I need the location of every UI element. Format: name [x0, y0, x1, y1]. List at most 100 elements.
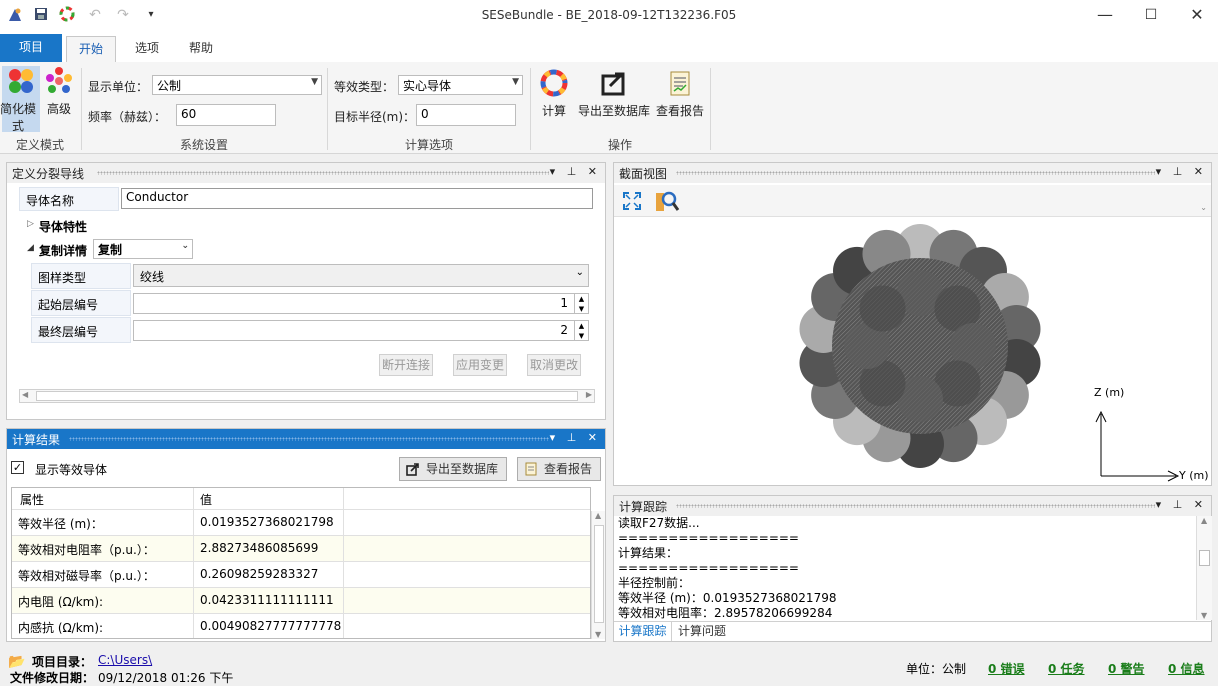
trace-line: 计算结果： — [618, 546, 679, 560]
horizontal-scrollbar[interactable]: ◀ ▶ — [19, 389, 595, 403]
copy-select[interactable]: 复制 ⌄ — [93, 239, 193, 259]
export-db-button[interactable]: 导出至数据库 — [576, 68, 652, 119]
panel-controls[interactable]: ▾ ⊥ ✕ — [550, 431, 601, 444]
minimize-button[interactable]: — — [1082, 0, 1128, 30]
stepper-arrows-icon[interactable]: ▲ ▼ — [574, 321, 588, 341]
status-tasks[interactable]: 0 任务 — [1048, 660, 1085, 677]
conductor-name-input[interactable]: Conductor — [121, 188, 593, 209]
result-attr-cell[interactable]: 等效相对磁导率（p.u.）： — [12, 562, 194, 588]
tab-issues[interactable]: 计算问题 — [678, 622, 726, 641]
status-unit: 单位：公制 — [906, 662, 967, 676]
copy-detail-section[interactable]: 复制详情 — [39, 242, 87, 259]
panel-controls[interactable]: ▾ ⊥ ✕ — [1156, 165, 1207, 178]
result-value-cell[interactable]: 0.26098259283327 — [194, 562, 344, 588]
define-bundle-panel: 定义分裂导线 ▾ ⊥ ✕ 导体名称 Conductor ▷ 导体特性 ◢ 复制详… — [6, 162, 606, 420]
result-attr-cell[interactable]: 等效半径 (m)： — [12, 510, 194, 536]
expand-arrow-icon[interactable]: ▷ — [27, 219, 34, 229]
zoom-search-icon[interactable] — [654, 189, 680, 216]
vertical-scrollbar[interactable]: ▲ ▼ — [591, 511, 605, 639]
disconnect-button[interactable]: 断开连接 — [379, 354, 433, 376]
view-report-button[interactable]: 查看报告 — [654, 68, 706, 119]
result-attr-cell[interactable]: 内电阻 (Ω/km): — [12, 588, 194, 614]
scroll-left-icon[interactable]: ◀ — [22, 390, 28, 399]
unit-select[interactable]: 公制 ▼ — [152, 75, 322, 95]
copy-select-value: 复制 — [98, 243, 123, 257]
equiv-type-select[interactable]: 实心导体 ▼ — [398, 75, 523, 95]
result-empty-cell — [344, 562, 590, 588]
calculate-button[interactable]: 计算 — [536, 68, 572, 119]
results-report-button[interactable]: 查看报告 — [517, 457, 601, 481]
result-value-cell[interactable]: 2.88273486085699 — [194, 536, 344, 562]
window-title: SESeBundle - BE_2018-09-12T132236.F05 — [481, 8, 737, 22]
column-header-attr[interactable]: 属性 — [12, 488, 194, 510]
advanced-mode-icon — [44, 66, 74, 96]
drag-grip[interactable] — [97, 171, 549, 175]
frequency-label: 频率（赫兹）： — [88, 110, 167, 124]
result-attr-cell[interactable]: 等效相对电阻率（p.u.）： — [12, 536, 194, 562]
trace-scrollbar[interactable]: ▲ ▼ — [1196, 516, 1212, 620]
drag-grip[interactable] — [69, 437, 549, 441]
tab-start[interactable]: 开始 — [66, 36, 116, 62]
tab-options[interactable]: 选项 — [124, 36, 170, 62]
fit-view-icon[interactable] — [622, 191, 642, 214]
cross-section-canvas: Z (m) Y (m) — [799, 224, 1209, 482]
collapse-arrow-icon[interactable]: ◢ — [27, 243, 34, 253]
status-warnings[interactable]: 0 警告 — [1108, 660, 1145, 677]
show-equiv-checkbox[interactable]: ✓ — [11, 461, 24, 474]
start-layer-stepper[interactable]: 1 ▲ ▼ — [133, 293, 589, 314]
result-empty-cell — [344, 510, 590, 536]
tab-help[interactable]: 帮助 — [178, 36, 224, 62]
ribbon: 简化模式 高级 定义模式 显示单位： 公制 ▼ 频率（赫兹）： 60 系统设置 等… — [0, 62, 1218, 154]
pattern-type-value: 绞线 — [140, 270, 165, 284]
trace-log: 读取F27数据... ================== 计算结果： =======… — [618, 516, 1194, 620]
scrollbar-thumb[interactable] — [594, 525, 604, 623]
status-errors[interactable]: 0 错误 — [988, 660, 1025, 677]
project-dir-link[interactable]: C:\Users\ — [98, 653, 152, 667]
close-button[interactable]: ✕ — [1174, 0, 1218, 30]
stepper-arrows-icon[interactable]: ▲ ▼ — [574, 294, 588, 314]
end-layer-value: 2 — [560, 323, 568, 337]
properties-section[interactable]: 导体特性 — [39, 218, 87, 235]
simple-mode-icon — [6, 66, 36, 96]
advanced-mode-button[interactable]: 高级 — [42, 66, 76, 132]
target-radius-label: 目标半径(m)： — [334, 110, 416, 124]
results-export-button[interactable]: 导出至数据库 — [399, 457, 507, 481]
tab-trace[interactable]: 计算跟踪 — [614, 622, 672, 641]
result-attr-cell[interactable]: 内感抗 (Ω/km): — [12, 614, 194, 638]
scrollbar-thumb[interactable] — [1199, 550, 1210, 566]
scroll-up-icon[interactable]: ▲ — [595, 511, 601, 520]
toolbar-overflow-icon[interactable]: ⌄ — [1200, 203, 1207, 212]
scroll-right-icon[interactable]: ▶ — [586, 390, 592, 399]
section-toolbar: ⌄ — [614, 185, 1211, 217]
title-bar: ↶ ↷ ▾ SESeBundle - BE_2018-09-12T132236.… — [0, 0, 1218, 32]
simple-mode-button[interactable]: 简化模式 — [0, 66, 40, 133]
result-value-cell[interactable]: 0.0423311111111111 — [194, 588, 344, 614]
column-header-value[interactable]: 值 — [194, 488, 344, 510]
scroll-up-icon[interactable]: ▲ — [1201, 516, 1207, 525]
panel-controls[interactable]: ▾ ⊥ ✕ — [1156, 498, 1207, 511]
pattern-type-select[interactable]: 绞线 ⌄ — [133, 264, 589, 287]
drag-grip[interactable] — [676, 504, 1155, 508]
drag-grip[interactable] — [676, 171, 1155, 175]
y-axis-label: Y (m) — [1178, 469, 1209, 482]
maximize-button[interactable]: ☐ — [1128, 0, 1174, 30]
result-value-cell[interactable]: 0.0193527368021798 — [194, 510, 344, 536]
start-layer-label: 起始层编号 — [31, 290, 131, 316]
result-value-cell[interactable]: 0.00490827777777778 — [194, 614, 344, 638]
frequency-input[interactable]: 60 — [176, 104, 276, 126]
unit-select-value: 公制 — [157, 79, 182, 93]
results-table: 属性 值 等效半径 (m)： 0.0193527368021798 等效相对电阻率（… — [11, 487, 591, 639]
end-layer-stepper[interactable]: 2 ▲ ▼ — [133, 320, 589, 341]
scrollbar-thumb[interactable] — [36, 391, 578, 401]
apply-changes-button[interactable]: 应用变更 — [453, 354, 507, 376]
ribbon-tabs: 项目 开始 选项 帮助 — [0, 32, 1218, 62]
section-view-panel-header: 截面视图 ▾ ⊥ ✕ — [614, 163, 1211, 183]
simple-mode-label: 简化模式 — [0, 102, 36, 133]
cancel-changes-button[interactable]: 取消更改 — [527, 354, 581, 376]
scroll-down-icon[interactable]: ▼ — [1201, 611, 1207, 620]
panel-controls[interactable]: ▾ ⊥ ✕ — [550, 165, 601, 178]
status-info[interactable]: 0 信息 — [1168, 660, 1205, 677]
target-radius-input[interactable]: 0 — [416, 104, 516, 126]
tab-project[interactable]: 项目 — [0, 34, 62, 62]
scroll-down-icon[interactable]: ▼ — [595, 630, 601, 639]
